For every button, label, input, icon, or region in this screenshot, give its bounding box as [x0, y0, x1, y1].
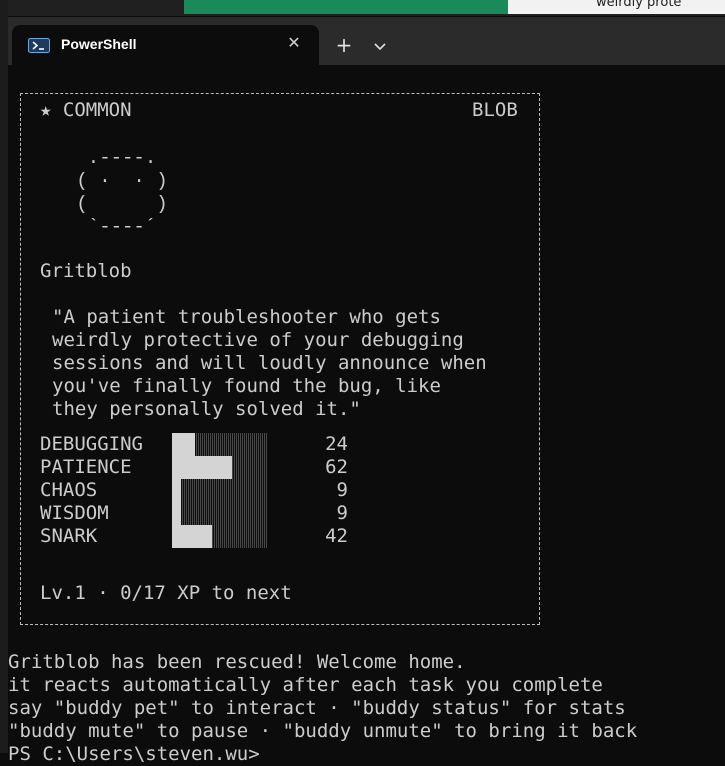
- background-text-pane: weirdly prote: [508, 0, 725, 14]
- output-line: "buddy mute" to pause · "buddy unmute" t…: [8, 720, 638, 742]
- background-left-edge: [0, 0, 8, 753]
- stat-name: WISDOM: [40, 502, 109, 524]
- tab-powershell[interactable]: PowerShell ✕: [12, 25, 319, 65]
- chevron-down-icon[interactable]: [370, 34, 390, 58]
- stat-bar-fill: [172, 502, 181, 525]
- quote-line: "A patient troubleshooter who gets: [52, 306, 441, 328]
- background-text: weirdly prote: [596, 0, 682, 10]
- stat-name: CHAOS: [40, 479, 98, 501]
- background-green-pane: [184, 0, 508, 14]
- stat-name: SNARK: [40, 525, 98, 547]
- powershell-icon: [28, 38, 50, 53]
- stat-value: 42: [325, 525, 348, 547]
- stat-bar: [172, 433, 268, 456]
- command-prompt[interactable]: PS C:\Users\steven.wu>: [8, 743, 260, 766]
- title-bar: PowerShell ✕ +: [8, 17, 725, 65]
- species-label: BLOB: [472, 99, 518, 121]
- stat-name: DEBUGGING: [40, 433, 143, 455]
- stat-name: PATIENCE: [40, 456, 132, 478]
- rarity-label: ★ COMMON: [40, 99, 132, 121]
- stat-value: 62: [325, 456, 348, 478]
- stat-bar: [172, 502, 268, 525]
- stat-row: WISDOM 9: [40, 502, 360, 525]
- blob-ascii-art: .----. ( · · ) ( ) `----´: [76, 147, 168, 238]
- buddy-card: ★ COMMON BLOB .----. ( · · ) ( ) `----´ …: [20, 93, 540, 625]
- stat-bar-fill: [172, 433, 195, 456]
- stat-value: 24: [325, 433, 348, 455]
- stat-bar: [172, 456, 268, 479]
- stat-row: CHAOS 9: [40, 479, 360, 502]
- quote-line: you've finally found the bug, like: [52, 375, 441, 397]
- stat-bar-fill: [172, 479, 181, 502]
- output-line: say "buddy pet" to interact · "buddy sta…: [8, 697, 626, 719]
- quote-line: weirdly protective of your debugging: [52, 329, 464, 351]
- stat-row: DEBUGGING 24: [40, 433, 360, 456]
- quote-line: sessions and will loudly announce when: [52, 352, 487, 374]
- quote-line: they personally solved it.": [52, 398, 361, 420]
- stat-bar: [172, 525, 268, 548]
- new-tab-button[interactable]: +: [332, 34, 356, 58]
- output-line: Gritblob has been rescued! Welcome home.: [8, 651, 466, 673]
- stat-bar: [172, 479, 268, 502]
- stat-bar-fill: [172, 456, 232, 479]
- stat-row: PATIENCE 62: [40, 456, 360, 479]
- output-line: it reacts automatically after each task …: [8, 674, 603, 696]
- level-progress: Lv.1 · 0/17 XP to next: [40, 582, 292, 604]
- stat-value: 9: [336, 502, 348, 524]
- tab-title: PowerShell: [61, 36, 137, 52]
- stat-bar-fill: [172, 525, 212, 548]
- stat-row: SNARK 42: [40, 525, 360, 548]
- buddy-name: Gritblob: [40, 260, 132, 282]
- stat-value: 9: [336, 479, 348, 501]
- close-icon[interactable]: ✕: [284, 33, 304, 53]
